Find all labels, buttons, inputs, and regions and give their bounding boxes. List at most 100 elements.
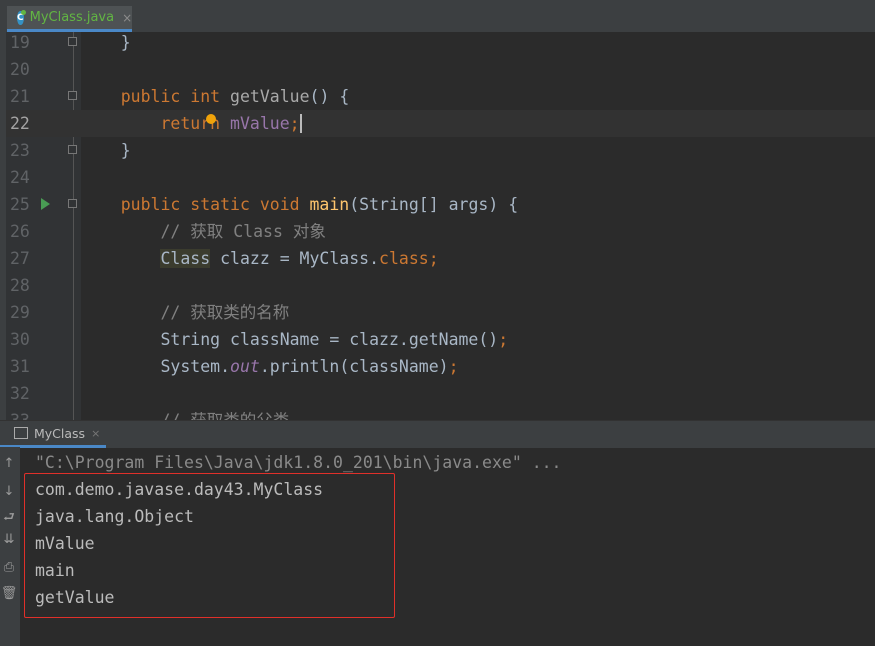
- code-token: () {: [309, 87, 350, 106]
- line-number: 33: [10, 407, 36, 420]
- code-token: // 获取 Class 对象: [160, 222, 326, 241]
- line-number: 27: [10, 249, 30, 268]
- code-token: class: [379, 249, 429, 268]
- code-token: public static void: [120, 195, 310, 214]
- line-number: 29: [10, 303, 30, 322]
- line-number: 30: [10, 330, 30, 349]
- console-line: mValue: [35, 534, 95, 553]
- line-number: 19: [10, 33, 30, 52]
- code-token: // 获取类的父类: [160, 411, 289, 420]
- run-tab-myclass[interactable]: MyClass ×: [0, 421, 106, 448]
- close-icon[interactable]: ×: [91, 427, 100, 440]
- line-number: 20: [10, 60, 30, 79]
- code-line[interactable]: 28: [6, 272, 875, 299]
- soft-wrap-icon[interactable]: ⮐: [0, 509, 18, 527]
- run-panel: MyClass × ↑ ↓ ⮐ ⇊ ⎙ 🗑 "C:\Program Files\Java\…: [0, 420, 875, 646]
- line-number: 23: [10, 141, 30, 160]
- code-text: public static void main(String[] args) {: [81, 191, 518, 218]
- tab-label: MyClass.java: [29, 10, 115, 25]
- console-icon: [14, 427, 28, 439]
- code-line[interactable]: 24: [6, 164, 875, 191]
- code-text: // 获取 Class 对象: [81, 218, 326, 245]
- line-number: 25: [10, 195, 30, 214]
- code-text: Class clazz = MyClass.class;: [81, 245, 439, 272]
- code-line[interactable]: 23 }: [6, 137, 875, 164]
- code-line[interactable]: 26 // 获取 Class 对象: [6, 218, 875, 245]
- java-class-icon: C: [17, 9, 26, 25]
- code-text: }: [81, 32, 131, 56]
- arrow-up-icon[interactable]: ↑: [0, 455, 18, 473]
- console-command: "C:\Program Files\Java\jdk1.8.0_201\bin\…: [35, 453, 562, 472]
- line-number: 22: [10, 114, 30, 133]
- lightbulb-icon[interactable]: [206, 114, 216, 124]
- console-line: com.demo.javase.day43.MyClass: [35, 480, 324, 499]
- code-token: ;: [498, 330, 509, 349]
- code-token: ;: [428, 249, 439, 268]
- run-icon[interactable]: [41, 198, 50, 210]
- code-token: out: [230, 357, 260, 376]
- code-line[interactable]: 22 return mValue;: [6, 110, 875, 137]
- code-token: mValue: [230, 114, 290, 133]
- code-token: ;: [448, 357, 459, 376]
- arrow-down-icon[interactable]: ↓: [0, 483, 18, 501]
- code-text: // 获取类的父类: [81, 407, 289, 420]
- print-icon[interactable]: ⎙: [0, 559, 18, 577]
- code-token: ;: [289, 114, 302, 133]
- code-text: }: [81, 137, 131, 164]
- console-output[interactable]: "C:\Program Files\Java\jdk1.8.0_201\bin\…: [20, 447, 875, 646]
- code-token: public int: [120, 87, 231, 106]
- code-token: return: [160, 114, 231, 133]
- line-number: 21: [10, 87, 30, 106]
- editor-tab-bar: C MyClass.java ×: [0, 0, 875, 33]
- line-number: 32: [10, 384, 30, 403]
- code-token: main: [309, 195, 350, 214]
- code-line[interactable]: 29 // 获取类的名称: [6, 299, 875, 326]
- code-token: getValue: [230, 87, 310, 106]
- code-token: System.: [160, 357, 231, 376]
- console-line: java.lang.Object: [35, 507, 194, 526]
- code-line[interactable]: 27 Class clazz = MyClass.class;: [6, 245, 875, 272]
- console-line: main: [35, 561, 75, 580]
- code-token: clazz = MyClass.: [210, 249, 380, 268]
- fold-icon[interactable]: [68, 199, 77, 208]
- code-text: return mValue;: [81, 110, 302, 137]
- fold-icon[interactable]: [68, 91, 77, 100]
- fold-icon[interactable]: [68, 37, 77, 46]
- code-line[interactable]: 19 }: [6, 32, 875, 56]
- console-line: getValue: [35, 588, 115, 607]
- code-text: // 获取类的名称: [81, 299, 289, 326]
- run-panel-header: MyClass ×: [0, 420, 875, 448]
- line-number: 26: [10, 222, 30, 241]
- run-toolbar: ↑ ↓ ⮐ ⇊ ⎙ 🗑: [0, 447, 20, 646]
- code-token: // 获取类的名称: [160, 303, 290, 322]
- close-icon[interactable]: ×: [122, 11, 132, 25]
- code-line[interactable]: 30 String className = clazz.getName();: [6, 326, 875, 353]
- tab-myclass-java[interactable]: C MyClass.java ×: [7, 6, 132, 32]
- run-tab-label: MyClass: [34, 425, 86, 441]
- code-line[interactable]: 21 public int getValue() {: [6, 83, 875, 110]
- code-token: .println(className): [259, 357, 449, 376]
- code-token: }: [81, 33, 131, 52]
- line-number: 28: [10, 276, 30, 295]
- fold-icon[interactable]: [68, 145, 77, 154]
- scroll-to-end-icon[interactable]: ⇊: [0, 531, 18, 549]
- code-token: Class: [160, 249, 211, 268]
- code-line[interactable]: 32: [6, 380, 875, 407]
- trash-icon[interactable]: 🗑: [0, 585, 18, 603]
- code-line[interactable]: 20: [6, 56, 875, 83]
- code-line[interactable]: 25 public static void main(String[] args…: [6, 191, 875, 218]
- code-line[interactable]: 33 // 获取类的父类: [6, 407, 875, 420]
- code-text: public int getValue() {: [81, 83, 350, 110]
- code-editor[interactable]: 19 } 20 21 public int getValue() {22 retur…: [6, 32, 875, 420]
- code-token: String className = clazz.getName(): [160, 330, 499, 349]
- line-number: 24: [10, 168, 30, 187]
- code-line[interactable]: 31 System.out.println(className);: [6, 353, 875, 380]
